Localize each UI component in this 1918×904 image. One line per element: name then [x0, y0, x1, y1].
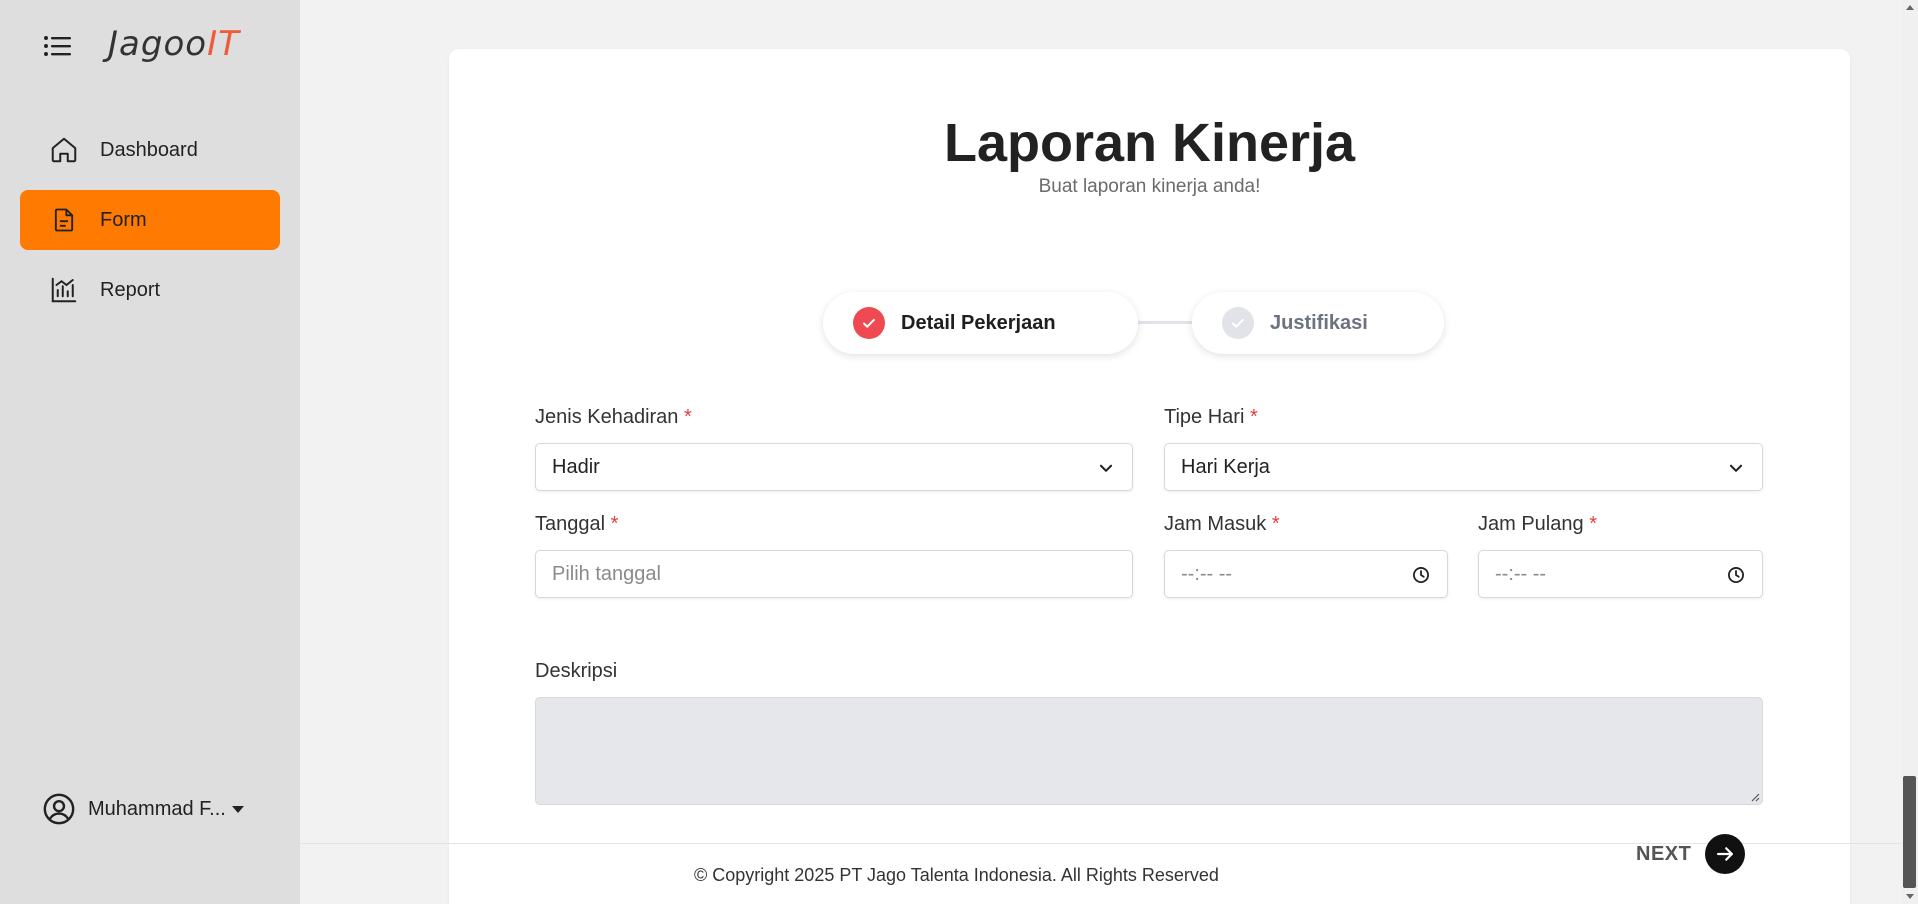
chevron-down-icon — [1094, 456, 1118, 480]
home-icon — [34, 120, 94, 180]
document-icon — [34, 190, 94, 250]
field-label-text: Jenis Kehadiran — [535, 406, 679, 428]
step-justifikasi[interactable]: Justifikasi — [1192, 292, 1444, 354]
next-label: NEXT — [1636, 842, 1692, 865]
required-marker: * — [610, 513, 619, 535]
tanggal-date-input[interactable]: Pilih tanggal — [535, 550, 1133, 598]
user-menu[interactable]: Muhammad F... — [42, 792, 244, 826]
jenis-kehadiran-label: Jenis Kehadiran * — [535, 406, 692, 429]
deskripsi-textarea[interactable] — [535, 697, 1763, 805]
date-placeholder: Pilih tanggal — [552, 562, 661, 585]
app-logo[interactable]: JagooIT — [108, 24, 240, 64]
field-label-text: Jam Masuk — [1164, 513, 1267, 535]
sidebar-header: JagooIT — [0, 0, 300, 92]
step-detail-pekerjaan[interactable]: Detail Pekerjaan — [823, 292, 1138, 354]
sidebar: JagooIT Dashboard Form Report Muhammad F… — [0, 0, 300, 904]
page-title: Laporan Kinerja — [943, 113, 1356, 173]
tanggal-label: Tanggal * — [535, 513, 618, 536]
caret-down-icon — [231, 805, 244, 813]
field-label-text: Jam Pulang — [1478, 513, 1584, 535]
required-marker: * — [1271, 513, 1280, 535]
page-scrollbar[interactable] — [1901, 0, 1918, 904]
user-name: Muhammad F... — [88, 797, 226, 820]
jam-masuk-time-input[interactable]: --:-- -- — [1164, 550, 1448, 598]
sidebar-item-form[interactable]: Form — [20, 190, 280, 250]
sidebar-item-label: Form — [100, 208, 147, 231]
time-placeholder: --:-- -- — [1495, 562, 1547, 585]
arrow-right-icon — [1705, 834, 1746, 874]
required-marker: * — [1589, 513, 1597, 535]
chevron-down-icon — [1724, 456, 1748, 480]
clock-icon[interactable] — [1409, 563, 1433, 587]
logo-accent-text: IT — [207, 24, 240, 64]
logo-text: Jagoo — [108, 24, 208, 64]
deskripsi-label: Deskripsi — [535, 660, 618, 682]
jenis-kehadiran-select[interactable]: Hadir — [535, 443, 1133, 491]
scroll-down-arrow-icon[interactable] — [1906, 894, 1914, 899]
menu-toggle-button[interactable] — [42, 32, 74, 60]
select-value: Hari Kerja — [1181, 455, 1270, 478]
sidebar-item-report[interactable]: Report — [20, 260, 280, 320]
resize-grip-icon[interactable] — [1748, 790, 1760, 802]
clock-icon[interactable] — [1724, 563, 1748, 587]
required-marker: * — [1249, 406, 1258, 428]
next-button[interactable]: NEXT — [1636, 834, 1746, 874]
scrollbar-thumb[interactable] — [1903, 776, 1916, 888]
check-icon — [853, 307, 885, 339]
time-placeholder: --:-- -- — [1181, 562, 1233, 585]
required-marker: * — [684, 406, 692, 428]
tipe-hari-label: Tipe Hari * — [1164, 406, 1258, 429]
page-subtitle: Buat laporan kinerja anda! — [1038, 176, 1261, 197]
sidebar-item-label: Report — [100, 278, 161, 301]
sidebar-nav: Dashboard Form Report — [20, 120, 280, 330]
step-label: Detail Pekerjaan — [901, 311, 1056, 334]
list-menu-icon — [44, 36, 71, 56]
field-label-text: Tipe Hari — [1164, 406, 1245, 428]
sidebar-item-dashboard[interactable]: Dashboard — [20, 120, 280, 180]
user-avatar-icon — [43, 793, 75, 825]
chart-icon — [34, 260, 94, 320]
select-value: Hadir — [552, 455, 600, 478]
sidebar-item-label: Dashboard — [100, 138, 198, 161]
scroll-up-arrow-icon[interactable] — [1906, 5, 1914, 10]
jam-pulang-label: Jam Pulang * — [1478, 513, 1597, 536]
field-label-text: Tanggal — [535, 513, 606, 535]
check-icon — [1222, 307, 1254, 339]
step-label: Justifikasi — [1270, 311, 1368, 334]
jam-masuk-label: Jam Masuk * — [1164, 513, 1280, 536]
copyright-text: © Copyright 2025 PT Jago Talenta Indones… — [694, 865, 1219, 885]
jam-pulang-time-input[interactable]: --:-- -- — [1478, 550, 1763, 598]
tipe-hari-select[interactable]: Hari Kerja — [1164, 443, 1763, 491]
stepper-connector — [1138, 321, 1192, 324]
